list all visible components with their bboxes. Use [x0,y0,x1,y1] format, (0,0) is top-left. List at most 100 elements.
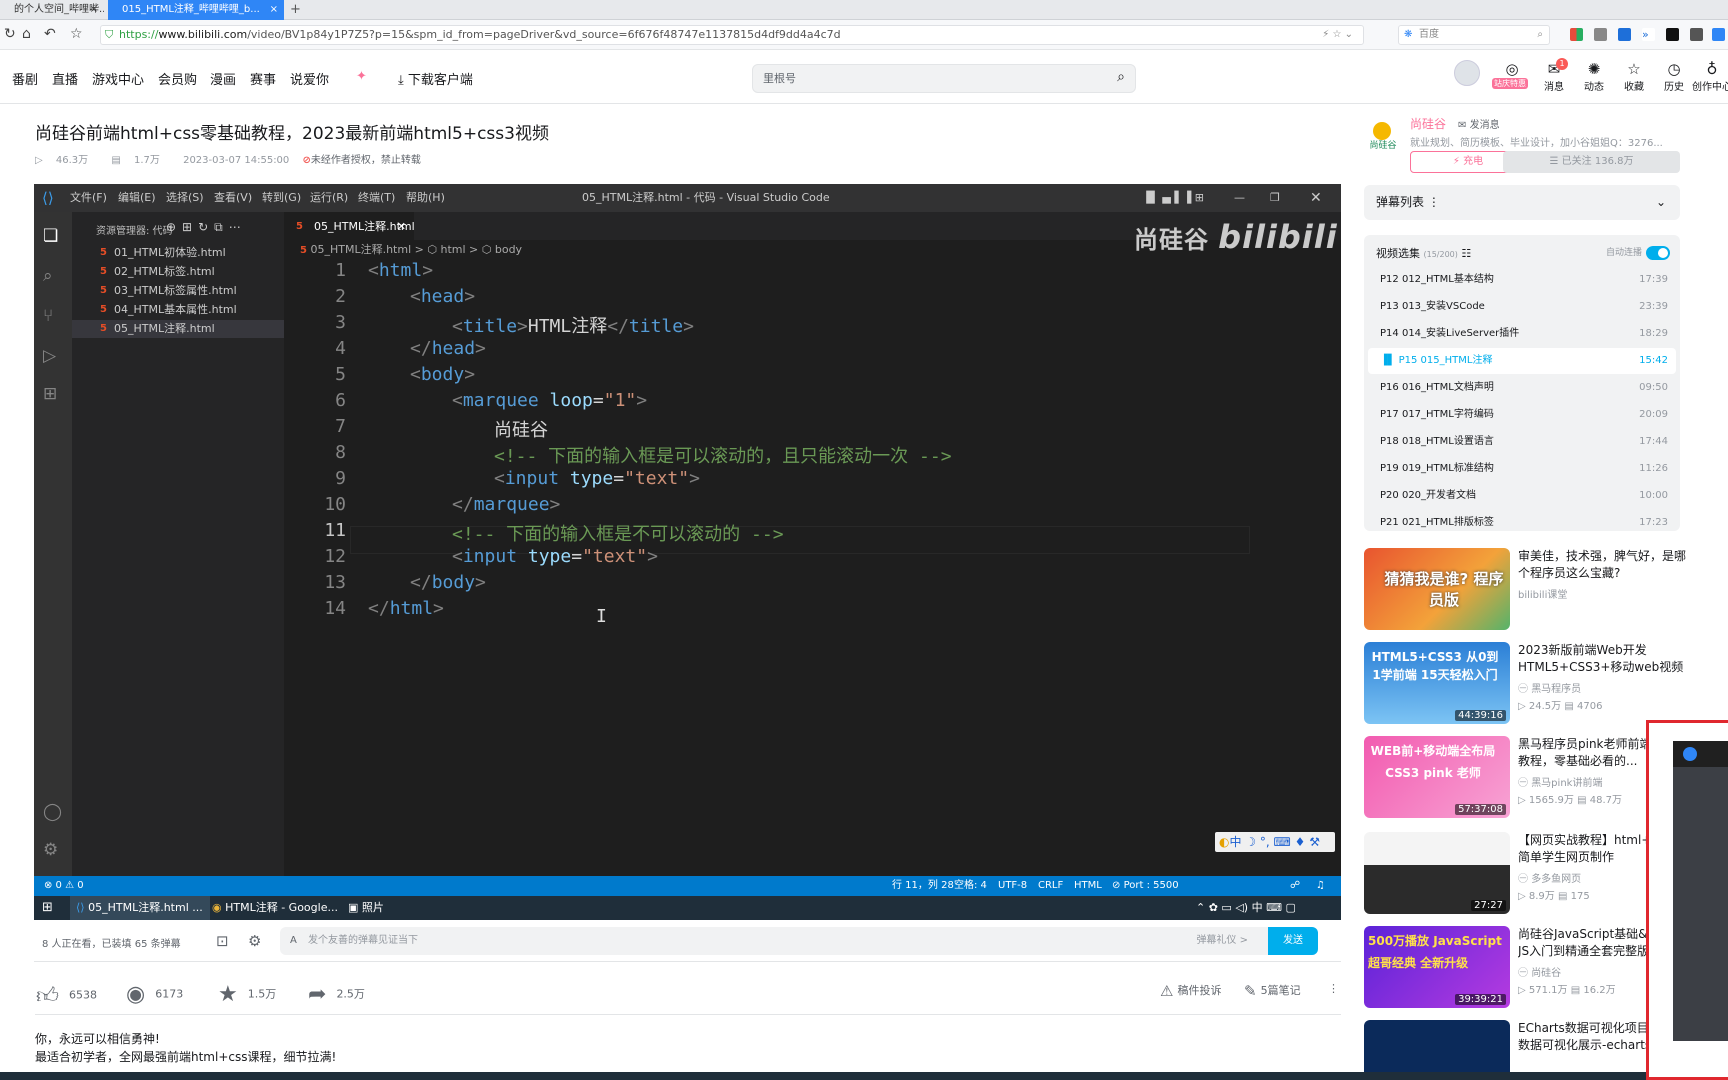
language-mode[interactable]: HTML [1074,876,1102,896]
breadcrumb-item[interactable]: body [495,243,522,256]
run-debug-icon[interactable]: ▷ [43,346,56,366]
autoplay-toggle[interactable]: 自动连播 [1606,245,1670,260]
like-button[interactable]: 👍︎ 6538 [36,982,97,1009]
bookmark-star-icon[interactable]: ☆ [70,26,83,42]
video-thumbnail[interactable]: 猜猜我是谁? 程序员版 [1364,548,1510,630]
extension-icon[interactable] [1618,28,1631,41]
extension-icon[interactable] [1690,28,1703,41]
tray-icons[interactable]: ⌃ ✿ ▭ ◁) 中 ⌨ ▢ [1196,896,1296,920]
close-icon[interactable]: ✕ [397,213,406,241]
breadcrumb-item[interactable]: 05_HTML注释.html [310,243,411,256]
episode-item[interactable]: P18 018_HTML设置语言 17:44 [1368,429,1676,455]
header-creator[interactable]: ♁ 创作中心 [1692,60,1728,93]
feedback-icon[interactable]: ☍ [1290,876,1300,896]
video-player[interactable]: ⟨⟩ 文件(F) 编辑(E) 选择(S) 查看(V) 转到(G) 运行(R) 终… [34,184,1341,920]
undo-icon[interactable]: ↶ [44,26,56,42]
more-icon[interactable]: ⋮ [1428,195,1440,209]
file-item[interactable]: 5 02_HTML标签.html [72,263,284,281]
browser-tab-active[interactable]: 015_HTML注释_哔哩哔哩_b... × [108,0,284,20]
live-server-port[interactable]: ⊘ Port : 5500 [1112,876,1179,896]
send-message-link[interactable]: ✉ 发消息 [1458,116,1500,131]
recommended-owner[interactable]: ㊀ 多多鱼网页 [1518,870,1581,885]
header-dynamic[interactable]: ✺ 动态 [1576,60,1612,93]
episode-item[interactable]: P14 014_安装LiveServer插件 18:29 [1368,321,1676,347]
vscode-menu[interactable]: 运行(R) [310,184,348,212]
video-thumbnail[interactable]: 500万播放 JavaScript 超哥经典 全新升级 39:39:21 [1364,926,1510,1008]
nav-item[interactable]: 游戏中心 [92,69,144,88]
video-thumbnail[interactable]: 27:27 [1364,832,1510,914]
recommended-owner[interactable]: ㊀ 尚硅谷 [1518,964,1561,979]
header-history[interactable]: ◷ 历史 [1656,60,1692,93]
list-icon[interactable]: ☷ [1461,247,1471,260]
recommended-video[interactable]: ECharts数据可视化项目-大屏数据可视化展示-echarts 图... [1364,1020,1686,1072]
report-button[interactable]: ⚠ 稿件投诉 [1160,982,1221,1000]
video-thumbnail[interactable]: HTML5+CSS3 从0到1学前端 15天轻松入门 44:39:16 [1364,642,1510,724]
site-search-input[interactable]: 里根号 ⌕ [752,64,1136,93]
problems-indicator[interactable]: ⊗ 0 ⚠ 0 [44,876,84,896]
file-item-selected[interactable]: 5 05_HTML注释.html [72,320,284,338]
vscode-menu[interactable]: 选择(S) [166,184,204,212]
file-item[interactable]: 5 03_HTML标签属性.html [72,282,284,300]
episode-item[interactable]: P20 020_开发者文档 10:00 [1368,483,1676,509]
search-icon[interactable]: ⌕ [1117,64,1125,91]
share-button[interactable]: ➦ 2.5万 [308,982,365,1007]
recommended-owner[interactable]: bilibili课堂 [1518,586,1567,601]
browser-tab[interactable]: 的个人空间_哔哩哔... × [0,0,104,20]
file-item[interactable]: 5 01_HTML初体验.html [72,244,284,262]
address-bar[interactable]: ⛉ https://www.bilibili.com/video/BV1p84y1… [100,25,1364,45]
recommended-video[interactable]: 500万播放 JavaScript 超哥经典 全新升级 39:39:21 尚硅谷J… [1364,926,1686,1008]
chevron-down-icon[interactable]: ⌄ [1345,29,1353,40]
danmaku-settings-icon[interactable]: ⚙ [248,932,261,950]
coin-button[interactable]: ◉ 6173 [126,982,183,1007]
danmaku-input[interactable]: A 发个友善的弹幕见证当下 弹幕礼仪 > 发送 [280,927,1318,955]
download-client-link[interactable]: ⤓ 下载客户端 [398,69,473,88]
taskbar-app[interactable]: ◉ HTML注释 - Google... [212,896,338,920]
close-icon[interactable]: × [90,0,98,20]
nav-item[interactable]: 漫画 [210,69,236,88]
restore-icon[interactable]: ❐ [1270,184,1280,212]
vscode-menu[interactable]: 查看(V) [214,184,252,212]
ime-toolbar[interactable]: ◐中 ☽ °, ⌨ ♦ ⚒ [1215,832,1335,852]
favorite-button[interactable]: ★ 1.5万 [218,982,276,1007]
vscode-menu[interactable]: 帮助(H) [406,184,445,212]
danmaku-list-toggle[interactable]: 弹幕列表 ⋮ ⌄ [1364,185,1680,220]
search-icon[interactable]: ⌕ [43,266,53,286]
nav-item[interactable]: 说爱你 [290,69,329,88]
forward-icon[interactable]: ↻ [4,26,16,42]
search-icon[interactable]: ⌕ [1537,26,1543,44]
uploader-name[interactable]: 尚硅谷 [1410,115,1446,132]
source-control-icon[interactable]: ⑂ [43,306,53,326]
home-icon[interactable]: ⌂ [22,26,31,42]
extension-icon[interactable] [1666,28,1679,41]
video-thumbnail[interactable] [1364,1020,1510,1072]
recommended-owner[interactable]: ㊀ 黑马程序员 [1518,680,1581,695]
uploader-avatar[interactable]: 尚硅谷 [1364,120,1402,158]
extension-icon[interactable] [1712,28,1725,41]
danmaku-etiquette-link[interactable]: 弹幕礼仪 > [1196,927,1248,955]
more-icon[interactable]: ⋮ [1328,982,1339,995]
star-icon[interactable]: ☆ [1332,29,1341,40]
gear-icon[interactable]: ⚙ [43,840,58,860]
taskbar-app[interactable]: ⟨⟩ 05_HTML注释.html ... [70,896,210,920]
indent-setting[interactable]: 空格: 4 [954,876,987,896]
user-avatar[interactable] [1454,60,1480,86]
minimize-icon[interactable]: — [1234,184,1245,212]
line-ending[interactable]: CRLF [1038,876,1063,896]
recommended-video[interactable]: HTML5+CSS3 从0到1学前端 15天轻松入门 44:39:16 2023新… [1364,642,1686,724]
extension-icon[interactable] [1594,28,1607,41]
episode-item[interactable]: P12 012_HTML基本结构 17:39 [1368,267,1676,293]
episode-item-current[interactable]: ▐▌ P15 015_HTML注释 15:42 [1368,348,1676,374]
account-icon[interactable]: ◯ [43,802,62,822]
episode-item[interactable]: P13 013_安装VSCode 23:39 [1368,294,1676,320]
layout-icons[interactable]: ▐▌ ▄ ▌▐ ⊞ [1142,184,1204,212]
code-editor[interactable]: 1 2 3 4 5 6 7 8 9 10 11 12 13 14 <html> … [284,260,1341,876]
windows-start-icon[interactable]: ⊞ [42,896,53,920]
editor-tab-active[interactable]: 5 05_HTML注释.html ✕ [284,212,415,241]
episode-item[interactable]: P16 016_HTML文档声明 09:50 [1368,375,1676,401]
danmaku-toggle-icon[interactable]: ⊡ [216,932,229,950]
notes-button[interactable]: ✎ 5篇笔记 [1244,982,1301,1000]
toggle-switch[interactable] [1646,245,1670,260]
extension-icon[interactable]: » [1642,28,1655,41]
breadcrumb-item[interactable]: html [440,243,465,256]
send-button[interactable]: 发送 [1268,927,1318,955]
